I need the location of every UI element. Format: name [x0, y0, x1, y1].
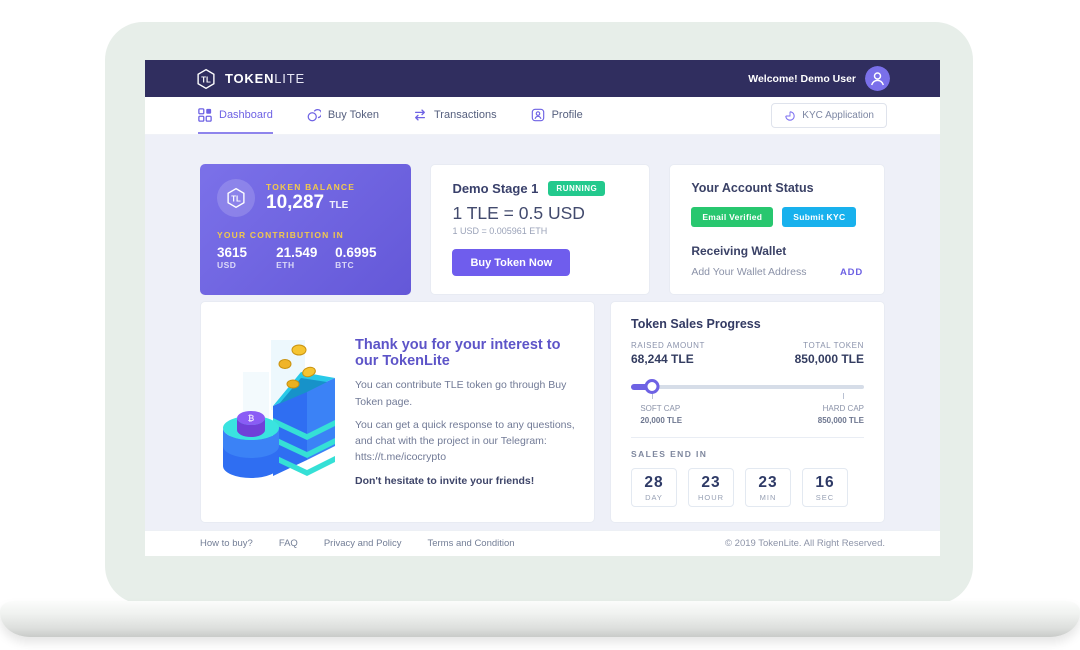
- coins-stack-illustration: ₿: [213, 332, 345, 492]
- nav-item-transactions[interactable]: Transactions: [413, 97, 497, 134]
- welcome-paragraph-1: You can contribute TLE token go through …: [355, 377, 576, 410]
- welcome-paragraph-2: You can get a quick response to any ques…: [355, 417, 576, 466]
- hard-cap-tick: [843, 393, 844, 399]
- detail-row: ₿ Thank you for your interest to our Tok…: [200, 301, 885, 491]
- countdown-day: 28 DAY: [631, 468, 677, 507]
- kyc-button-label: KYC Application: [802, 110, 874, 121]
- site-footer: How to buy? FAQ Privacy and Policy Terms…: [145, 530, 940, 556]
- token-balance-label: TOKEN BALANCE: [266, 182, 355, 192]
- sales-end-label: SALES END IN: [631, 449, 864, 459]
- usd-eth-rate: 1 USD = 0.005961 ETH: [452, 226, 628, 236]
- total-token: TOTAL TOKEN 850,000 TLE: [795, 341, 864, 366]
- raised-amount: RAISED AMOUNT 68,244 TLE: [631, 341, 705, 366]
- nav-label: Transactions: [434, 109, 497, 121]
- dashboard-content: TL TOKEN BALANCE 10,287 TLE YOUR CONTRIB…: [145, 135, 940, 530]
- add-wallet-link[interactable]: ADD: [840, 267, 863, 278]
- user-icon[interactable]: [865, 66, 890, 91]
- nav-item-profile[interactable]: Profile: [531, 97, 583, 134]
- user-card-icon: [531, 108, 545, 122]
- hard-cap-label: HARD CAP 850,000 TLE: [818, 403, 864, 427]
- svg-text:TL: TL: [201, 75, 211, 84]
- contribution-btc: 0.6995 BTC: [335, 245, 394, 270]
- contribution-eth: 21.549 ETH: [276, 245, 335, 270]
- footer-link-privacy[interactable]: Privacy and Policy: [324, 538, 402, 549]
- swap-arrows-icon: [413, 108, 427, 122]
- buy-token-now-button[interactable]: Buy Token Now: [452, 249, 570, 276]
- countdown-min: 23 MIN: [745, 468, 791, 507]
- svg-text:TL: TL: [231, 194, 241, 203]
- submit-kyc-badge[interactable]: Submit KYC: [782, 207, 856, 227]
- welcome-message-card: ₿ Thank you for your interest to our Tok…: [200, 301, 595, 523]
- progress-knob[interactable]: [644, 379, 659, 394]
- nav-label: Profile: [552, 109, 583, 121]
- sales-progress-slider: [631, 380, 864, 394]
- running-status-badge: RUNNING: [548, 181, 605, 196]
- balance-header: TL TOKEN BALANCE 10,287 TLE: [217, 179, 394, 217]
- site-window: TL TOKENLITE Welcome! Demo User: [145, 60, 940, 556]
- countdown: 28 DAY 23 HOUR 23 MIN: [631, 468, 864, 507]
- brand-name: TOKENLITE: [225, 71, 305, 86]
- welcome-title: Thank you for your interest to our Token…: [355, 337, 576, 369]
- token-sales-progress-card: Token Sales Progress RAISED AMOUNT 68,24…: [610, 301, 885, 523]
- app-header: TL TOKENLITE Welcome! Demo User: [145, 60, 940, 97]
- footer-link-how-to-buy[interactable]: How to buy?: [200, 538, 253, 549]
- email-verified-badge[interactable]: Email Verified: [691, 207, 773, 227]
- footer-link-terms[interactable]: Terms and Condition: [427, 538, 514, 549]
- laptop-screen: TL TOKENLITE Welcome! Demo User: [105, 22, 973, 604]
- nav-item-dashboard[interactable]: Dashboard: [198, 97, 273, 134]
- countdown-hour: 23 HOUR: [688, 468, 734, 507]
- grid-icon: [198, 108, 212, 122]
- divider: [631, 437, 864, 438]
- kyc-application-button[interactable]: KYC Application: [771, 103, 887, 128]
- welcome-text: Welcome! Demo User: [748, 73, 856, 85]
- welcome-message-text: Thank you for your interest to our Token…: [355, 337, 576, 486]
- contribution-row: 3615 USD 21.549 ETH 0.6995 BTC: [217, 245, 394, 270]
- laptop-base: [0, 601, 1080, 637]
- footer-link-faq[interactable]: FAQ: [279, 538, 298, 549]
- account-status-card: Your Account Status Email Verified Submi…: [669, 164, 885, 295]
- summary-row: TL TOKEN BALANCE 10,287 TLE YOUR CONTRIB…: [200, 164, 885, 286]
- laptop-mockup: TL TOKENLITE Welcome! Demo User: [0, 0, 1080, 650]
- nav-items: Dashboard Buy Token: [198, 97, 583, 134]
- receiving-wallet-title: Receiving Wallet: [691, 244, 863, 258]
- tokenlite-cube-icon: TL: [217, 179, 255, 217]
- sale-stage-card: Demo Stage 1 RUNNING 1 TLE = 0.5 USD 1 U…: [430, 164, 650, 295]
- tokenlite-cube-icon: TL: [195, 68, 217, 90]
- progress-track: [631, 385, 864, 389]
- main-nav: Dashboard Buy Token: [145, 97, 940, 135]
- svg-text:₿: ₿: [248, 414, 255, 423]
- invite-friends-text: Don't hesitate to invite your friends!: [355, 475, 576, 487]
- nav-label: Buy Token: [328, 109, 379, 121]
- contribution-usd: 3615 USD: [217, 245, 276, 270]
- contribution-label: YOUR CONTRIBUTION IN: [217, 230, 394, 240]
- token-rate: 1 TLE = 0.5 USD: [452, 203, 628, 224]
- coins-icon: [307, 108, 321, 122]
- stage-title: Demo Stage 1: [452, 181, 538, 196]
- nav-item-buy-token[interactable]: Buy Token: [307, 97, 379, 134]
- token-balance-value: 10,287 TLE: [266, 192, 355, 214]
- progress-title: Token Sales Progress: [631, 317, 864, 331]
- soft-cap-label: SOFT CAP 20,000 TLE: [640, 403, 682, 427]
- pie-disc-icon: [784, 110, 796, 122]
- user-area: Welcome! Demo User: [748, 66, 890, 91]
- nav-label: Dashboard: [219, 109, 273, 121]
- token-balance-card: TL TOKEN BALANCE 10,287 TLE YOUR CONTRIB…: [200, 164, 411, 295]
- wallet-address-hint: Add Your Wallet Address: [691, 266, 806, 278]
- brand: TL TOKENLITE: [195, 68, 305, 90]
- account-status-title: Your Account Status: [691, 181, 863, 195]
- copyright-text: © 2019 TokenLite. All Right Reserved.: [725, 538, 885, 549]
- countdown-sec: 16 SEC: [802, 468, 848, 507]
